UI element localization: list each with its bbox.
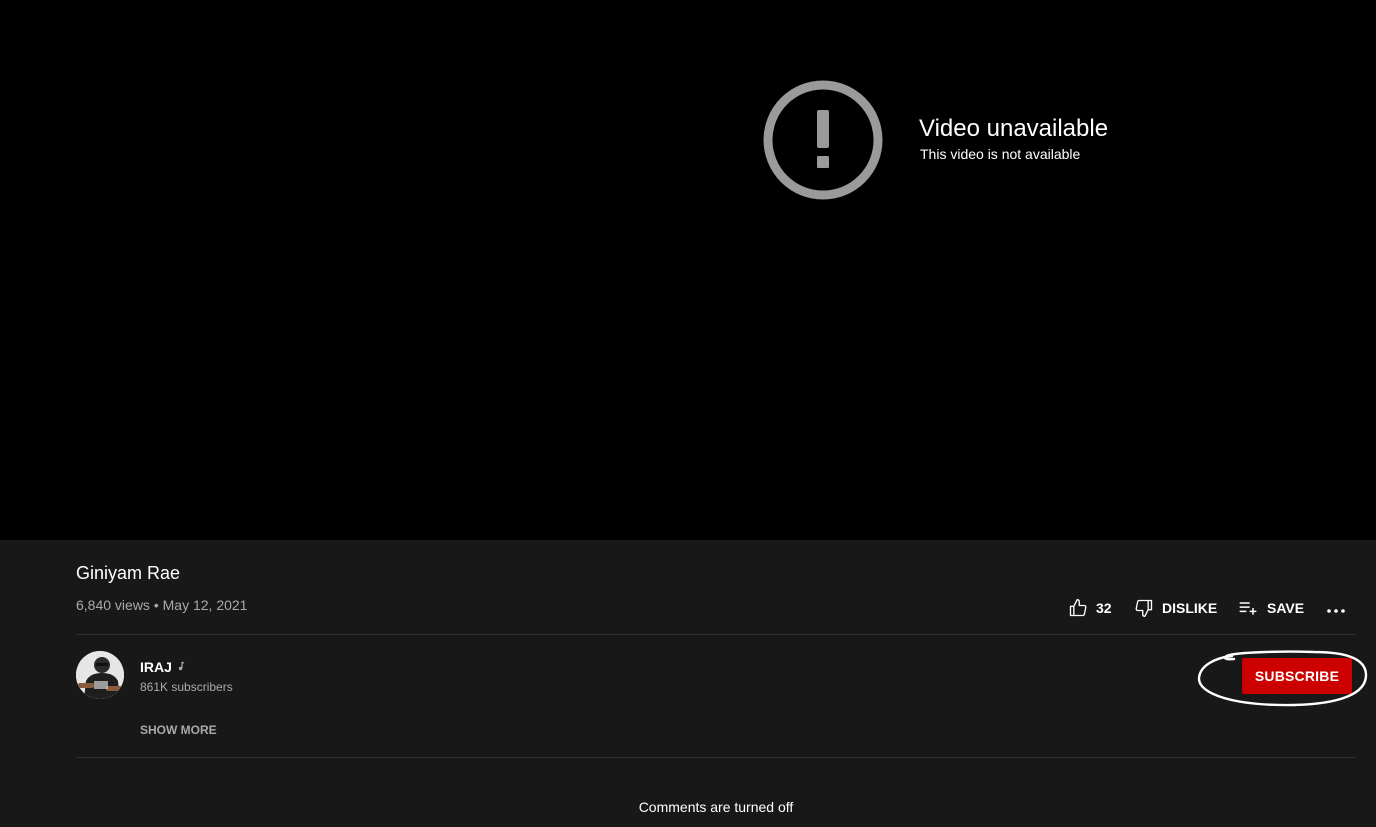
- dislike-label: DISLIKE: [1162, 600, 1218, 616]
- divider-bottom: [76, 757, 1356, 758]
- like-count: 32: [1096, 600, 1112, 616]
- save-button[interactable]: SAVE: [1237, 594, 1304, 622]
- thumbs-up-icon: [1069, 599, 1087, 617]
- avatar-image: [76, 651, 124, 699]
- more-actions-button[interactable]: [1325, 594, 1347, 622]
- hand-drawn-circle-annotation: [1197, 650, 1368, 707]
- channel-avatar[interactable]: [76, 651, 124, 699]
- music-note-icon: [178, 661, 185, 671]
- subscriber-count: 861K subscribers: [140, 680, 233, 694]
- channel-name[interactable]: IRAJ: [140, 659, 172, 675]
- show-more-button[interactable]: SHOW MORE: [140, 723, 217, 737]
- more-horizontal-icon: [1327, 609, 1345, 613]
- error-subtitle: This video is not available: [920, 146, 1081, 162]
- upload-date: May 12, 2021: [162, 597, 248, 613]
- video-meta: 6,840 views • May 12, 2021: [76, 597, 247, 613]
- divider-top: [76, 634, 1356, 635]
- video-title: Giniyam Rae: [76, 563, 181, 583]
- save-label: SAVE: [1267, 600, 1305, 616]
- thumbs-down-icon: [1135, 599, 1153, 617]
- error-title: Video unavailable: [919, 115, 1109, 142]
- meta-separator: •: [153, 597, 159, 613]
- comments-status: Comments are turned off: [638, 799, 794, 815]
- video-player[interactable]: Video unavailable This video is not avai…: [0, 0, 1376, 540]
- view-count: 6,840 views: [76, 597, 150, 613]
- like-button[interactable]: 32: [1068, 594, 1112, 622]
- alert-circle-icon: [763, 80, 883, 200]
- playlist-add-icon: [1239, 602, 1257, 615]
- dislike-button[interactable]: DISLIKE: [1134, 594, 1217, 622]
